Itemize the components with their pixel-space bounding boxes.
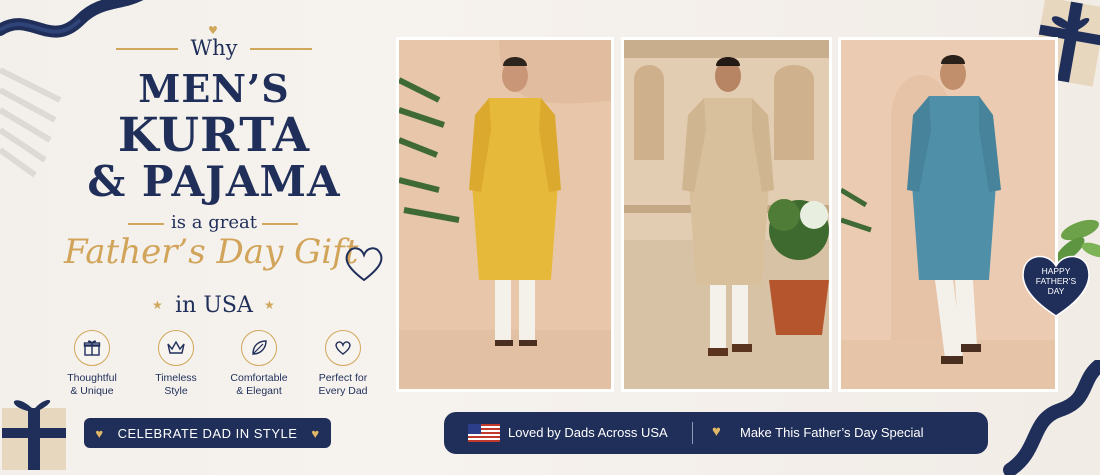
tag-line: FATHER’S [1035,276,1077,286]
feature-label: Style [164,385,188,397]
headline-line2: KURTA [117,108,311,163]
headline-line1: MEN’S [138,66,290,111]
happy-fathers-day-tag: HAPPY FATHER’S DAY [1018,248,1094,320]
us-flag-icon [468,424,500,442]
heart-icon: ♥ [95,425,104,441]
feature-label: Perfect for [318,372,368,384]
subheadline: is a great [171,212,257,233]
crown-icon [158,330,194,366]
product-photo-beige-kurta[interactable] [621,37,832,392]
feature-label: Every Dad [318,385,368,397]
feature-label: Comfortable [230,372,288,384]
headline-why: Why [190,36,238,60]
heart-icon [325,330,361,366]
feature-timeless: Timeless Style [131,330,221,398]
tag-line: HAPPY [1041,266,1071,276]
headline-panel: ♥ Why MEN’S KURTA & PAJAMA is a great Fa… [0,0,400,471]
headline-line3: & PAJAMA [87,157,341,206]
tag-line: DAY [1047,286,1065,296]
star-icon: ★ [264,298,275,312]
heart-icon: ♥ [311,425,320,441]
heart-outline-icon [345,247,383,282]
heart-icon: ♥ [712,423,721,440]
feature-comfortable: Comfortable & Elegant [214,330,304,398]
feature-label: & Unique [70,385,114,397]
gift-icon [74,330,110,366]
headline-location: in USA [175,293,253,318]
product-photo-yellow-kurta[interactable] [396,37,614,392]
feature-perfect: Perfect for Every Dad [298,330,388,398]
feature-label: Thoughtful [67,372,117,384]
pill-text-loved: Loved by Dads Across USA [508,425,668,440]
feature-label: & Elegant [236,385,282,397]
feature-label: Timeless [155,372,197,384]
pill-text-special: Make This Father’s Day Special [740,425,924,440]
product-photo-blue-kurta[interactable] [838,37,1058,392]
celebrate-dad-button[interactable]: ♥ CELEBRATE DAD IN STYLE ♥ [84,418,331,448]
cta-label: CELEBRATE DAD IN STYLE [117,425,298,441]
script-headline: Father’s Day Gift [64,232,359,272]
feature-thoughtful: Thoughtful & Unique [47,330,137,398]
bottom-info-banner: Loved by Dads Across USA ♥ Make This Fat… [444,412,988,454]
divider [692,422,693,444]
leaf-icon [241,330,277,366]
